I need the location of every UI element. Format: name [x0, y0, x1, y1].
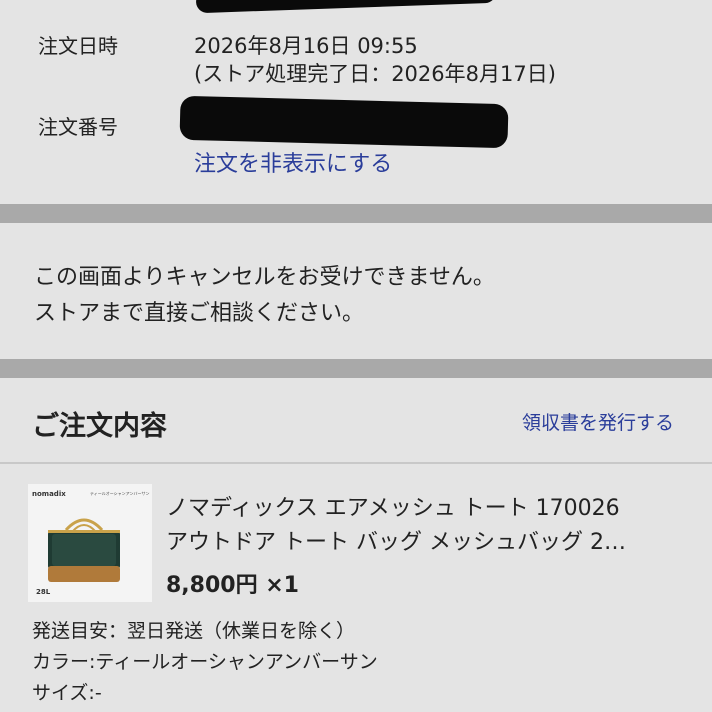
thumb-caption: ティールオーシャンアンバーサン [90, 491, 150, 496]
header-separator [0, 462, 712, 464]
tote-bag-image [48, 518, 120, 582]
item-color: カラー:ティールオーシャンアンバーサン [32, 651, 378, 673]
order-contents-section: ご注文内容 領収書を発行する nomadix ティールオーシャンアンバーサン 2… [0, 378, 712, 712]
product-thumbnail[interactable]: nomadix ティールオーシャンアンバーサン 28L [28, 484, 152, 602]
thumb-brand: nomadix [32, 490, 66, 498]
cancel-notice-line2: ストアまで直接ご相談ください。 [34, 301, 365, 326]
shipping-estimate: 発送目安：翌日発送（休業日を除く） [32, 620, 356, 642]
section-divider [0, 359, 712, 378]
item-size: サイズ:- [32, 682, 102, 704]
redacted-top [195, 0, 497, 14]
order-contents-heading: ご注文内容 [32, 411, 167, 442]
product-title-line1[interactable]: ノマディックス エアメッシュ トート 170026 [166, 490, 620, 522]
cancel-notice-section: この画面よりキャンセルをお受けできません。 ストアまで直接ご相談ください。 [0, 223, 712, 359]
issue-receipt-link[interactable]: 領収書を発行する [522, 408, 674, 435]
section-divider [0, 204, 712, 223]
order-info-section: 注文日時 2026年8月16日 09:55 (ストア処理完了日：2026年8月1… [0, 0, 712, 204]
price-quantity: 8,800円 ×1 [166, 573, 299, 598]
thumb-size: 28L [36, 588, 51, 596]
product-title-line2[interactable]: アウトドア トート バッグ メッシュバッグ 2… [166, 524, 626, 556]
cancel-notice-line1: この画面よりキャンセルをお受けできません。 [34, 265, 495, 290]
redacted-order-number [179, 95, 509, 149]
order-date-label: 注文日時 [38, 34, 118, 58]
order-detail-screen: 注文日時 2026年8月16日 09:55 (ストア処理完了日：2026年8月1… [0, 0, 712, 712]
order-date-value: 2026年8月16日 09:55 [194, 34, 418, 58]
hide-order-link[interactable]: 注文を非表示にする [194, 146, 392, 178]
store-completed-date: (ストア処理完了日：2026年8月17日) [194, 62, 556, 86]
order-number-label: 注文番号 [38, 115, 118, 139]
